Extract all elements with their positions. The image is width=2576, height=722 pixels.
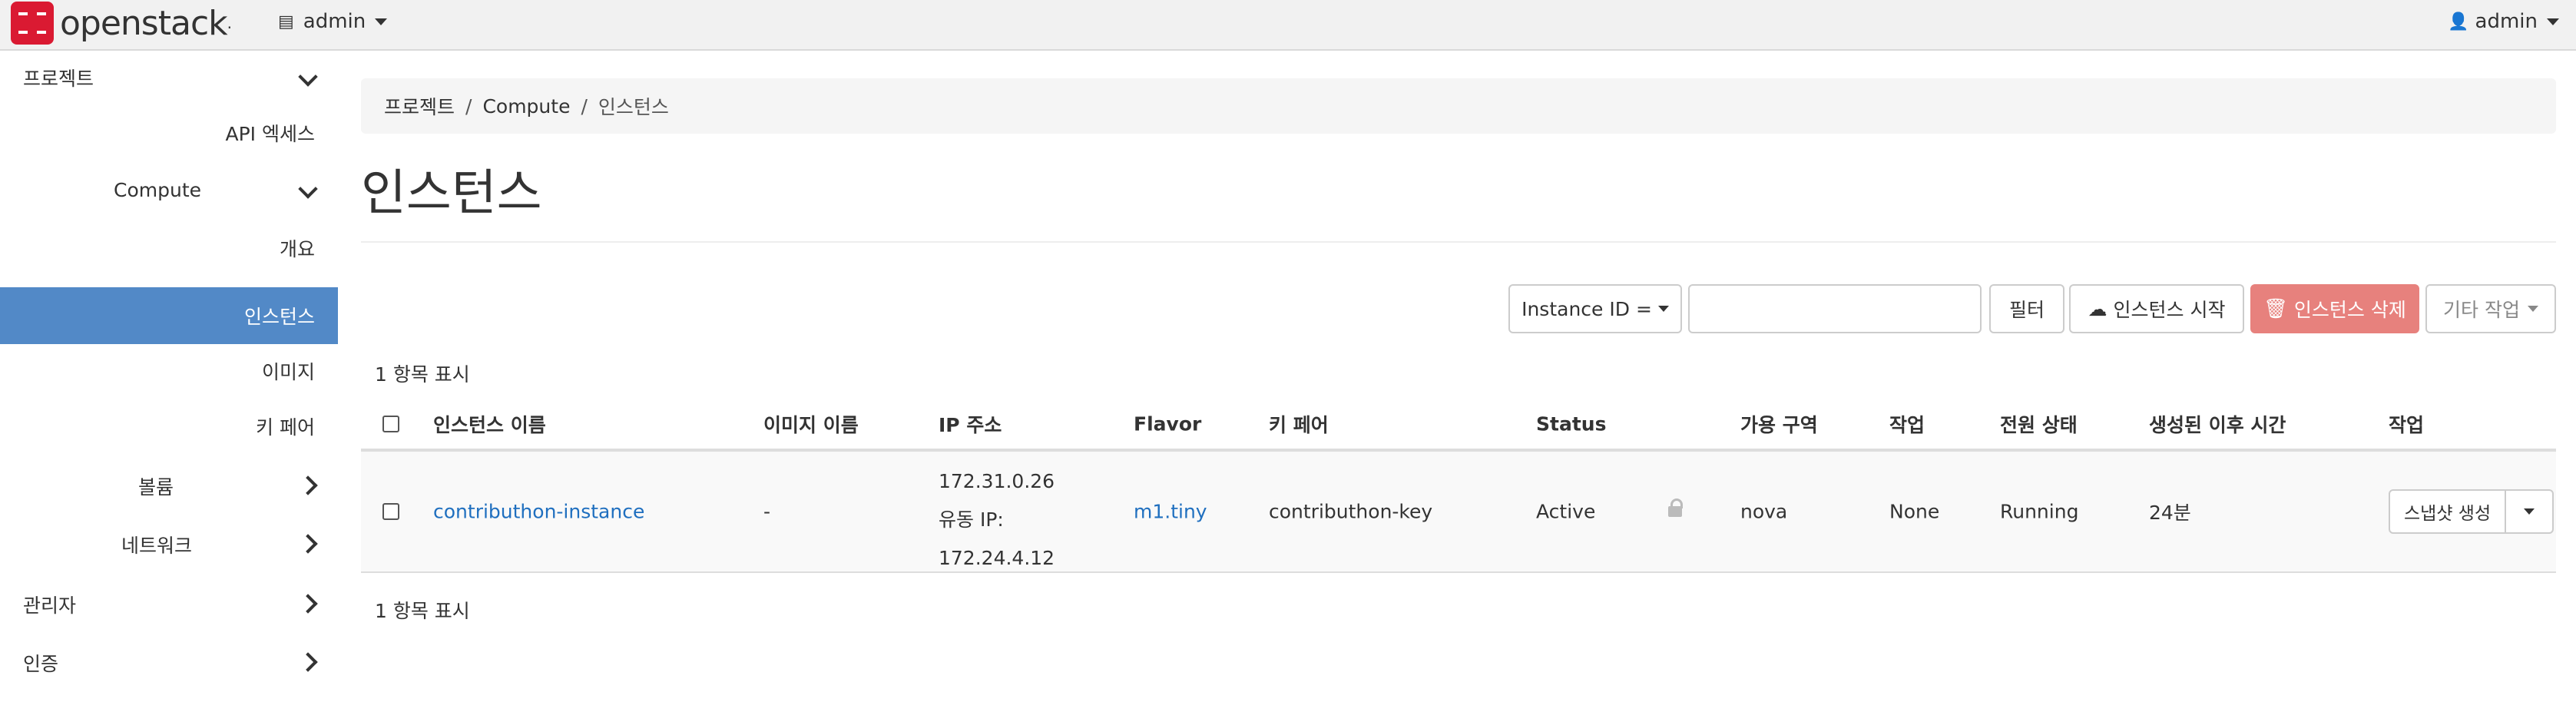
- cloud-upload-icon: ☁: [2088, 297, 2107, 320]
- fixed-ip: 172.31.0.26: [939, 470, 1055, 492]
- sidebar-item-label: 키 페어: [256, 416, 315, 439]
- column-header-age[interactable]: 생성된 이후 시간: [2149, 410, 2286, 438]
- trash-icon: 🗑: [2263, 297, 2288, 320]
- chevron-right-icon: [298, 593, 318, 616]
- logo-text: openstack: [60, 3, 228, 43]
- breadcrumb-item-compute[interactable]: Compute: [482, 95, 570, 118]
- sidebar-item-overview[interactable]: 개요: [0, 220, 338, 277]
- item-count-bottom: 1 항목 표시: [375, 600, 470, 622]
- key-pair: contributhon-key: [1269, 500, 1433, 523]
- availability-zone: nova: [1740, 500, 1788, 523]
- title-divider: [361, 241, 2556, 243]
- sidebar-item-project[interactable]: 프로젝트: [0, 49, 338, 106]
- launch-instance-button[interactable]: ☁ 인스턴스 시작: [2069, 284, 2244, 333]
- select-all-checkbox[interactable]: [382, 416, 399, 432]
- row-actions: 스냅샷 생성: [2389, 489, 2554, 534]
- instance-name-link[interactable]: contributhon-instance: [433, 501, 644, 523]
- sidebar-item-label: 인증: [23, 653, 59, 675]
- column-header-ip[interactable]: IP 주소: [939, 410, 1002, 438]
- sidebar-item-label: API 엑세스: [225, 123, 316, 145]
- column-header-image[interactable]: 이미지 이름: [763, 410, 859, 438]
- sidebar-item-label: 이미지: [261, 361, 315, 383]
- page-title: 인스턴스: [361, 165, 542, 222]
- ip-addresses: 172.31.0.26 유동 IP: 172.24.4.12: [939, 462, 1055, 578]
- chevron-right-icon: [298, 533, 318, 556]
- breadcrumb-item-instances: 인스턴스: [598, 96, 669, 118]
- filter-button[interactable]: 필터: [1989, 284, 2064, 333]
- status: Active: [1536, 500, 1596, 523]
- sidebar-item-label: 개요: [279, 238, 315, 260]
- sidebar-item-key-pairs[interactable]: 키 페어: [0, 398, 338, 455]
- column-header-az[interactable]: 가용 구역: [1740, 410, 1818, 438]
- caret-down-icon: [2547, 18, 2559, 25]
- column-header-status[interactable]: Status: [1536, 413, 1606, 436]
- unlock-icon: [1668, 498, 1683, 517]
- filter-field-label: Instance ID =: [1521, 297, 1652, 320]
- table-header: 인스턴스 이름 이미지 이름 IP 주소 Flavor 키 페어 Status …: [361, 399, 2556, 452]
- chevron-down-icon: [298, 66, 318, 89]
- project-switcher[interactable]: ▤ admin: [278, 9, 388, 34]
- project-icon: ▤: [278, 12, 294, 31]
- chevron-right-icon: [298, 475, 318, 498]
- sidebar-item-network[interactable]: 네트워크: [0, 516, 338, 573]
- sidebar-item-admin[interactable]: 관리자: [0, 576, 338, 633]
- column-header-name[interactable]: 인스턴스 이름: [433, 410, 546, 438]
- sidebar-item-instances[interactable]: 인스턴스: [0, 287, 338, 344]
- breadcrumb-item-project[interactable]: 프로젝트: [384, 92, 455, 120]
- sidebar-item-label: 프로젝트: [23, 68, 94, 90]
- breadcrumb: 프로젝트 / Compute / 인스턴스: [361, 78, 2556, 134]
- openstack-logo-icon: [11, 2, 54, 45]
- power-state: Running: [2000, 500, 2079, 523]
- floating-ip-label: 유동 IP:: [939, 508, 1004, 531]
- sidebar-item-label: Compute: [114, 178, 202, 201]
- more-actions-button[interactable]: 기타 작업: [2425, 284, 2556, 333]
- sidebar-item-images[interactable]: 이미지: [0, 343, 338, 399]
- delete-instances-button[interactable]: 🗑 인스턴스 삭제: [2250, 284, 2419, 333]
- sidebar-item-label: 관리자: [23, 594, 77, 617]
- caret-down-icon: [375, 18, 388, 25]
- filter-field-select[interactable]: Instance ID =: [1508, 284, 1682, 333]
- breadcrumb-separator: /: [581, 94, 588, 118]
- row-checkbox[interactable]: [382, 503, 399, 520]
- row-actions-dropdown[interactable]: [2506, 489, 2554, 534]
- filter-button-label: 필터: [2008, 299, 2045, 321]
- age: 24분: [2149, 502, 2191, 524]
- user-menu[interactable]: 👤 admin: [2448, 9, 2559, 34]
- chevron-right-icon: [298, 651, 318, 674]
- item-count-top: 1 항목 표시: [375, 363, 470, 386]
- sidebar-item-identity[interactable]: 인증: [0, 634, 338, 691]
- user-name: admin: [2475, 10, 2538, 33]
- sidebar-item-volumes[interactable]: 볼륨: [0, 458, 338, 515]
- filter-input[interactable]: [1688, 284, 1982, 333]
- create-snapshot-button[interactable]: 스냅샷 생성: [2389, 489, 2507, 534]
- task: None: [1889, 500, 1940, 523]
- caret-down-icon: [2527, 306, 2538, 312]
- image-name: -: [763, 500, 771, 523]
- floating-ip: 172.24.4.12: [939, 547, 1055, 569]
- caret-down-icon: [1657, 306, 1669, 312]
- top-navbar: openstack. ▤ admin 👤 admin: [0, 0, 2576, 51]
- logo-dot: .: [227, 14, 232, 32]
- sidebar-item-api-access[interactable]: API 엑세스: [0, 104, 338, 161]
- chevron-down-icon: [298, 178, 318, 201]
- column-header-key-pair[interactable]: 키 페어: [1269, 410, 1329, 438]
- column-header-power[interactable]: 전원 상태: [2000, 410, 2078, 438]
- more-actions-label: 기타 작업: [2443, 299, 2520, 321]
- launch-instance-label: 인스턴스 시작: [2113, 299, 2226, 321]
- column-header-task[interactable]: 작업: [1889, 410, 1925, 438]
- sidebar-item-label: 네트워크: [121, 535, 193, 557]
- user-icon: 👤: [2448, 12, 2469, 31]
- column-header-actions: 작업: [2389, 414, 2425, 436]
- table-row: contributhon-instance - 172.31.0.26 유동 I…: [361, 452, 2556, 573]
- sidebar-item-label: 볼륨: [138, 476, 174, 498]
- delete-instances-label: 인스턴스 삭제: [2293, 299, 2406, 321]
- openstack-logo[interactable]: openstack.: [11, 2, 232, 45]
- column-header-flavor[interactable]: Flavor: [1134, 413, 1201, 436]
- caret-down-icon: [2524, 508, 2535, 515]
- project-name: admin: [303, 10, 366, 33]
- breadcrumb-separator: /: [465, 94, 472, 118]
- flavor-link[interactable]: m1.tiny: [1134, 501, 1207, 523]
- sidebar-item-label: 인스턴스: [243, 306, 315, 328]
- sidebar-item-compute[interactable]: Compute: [0, 161, 338, 218]
